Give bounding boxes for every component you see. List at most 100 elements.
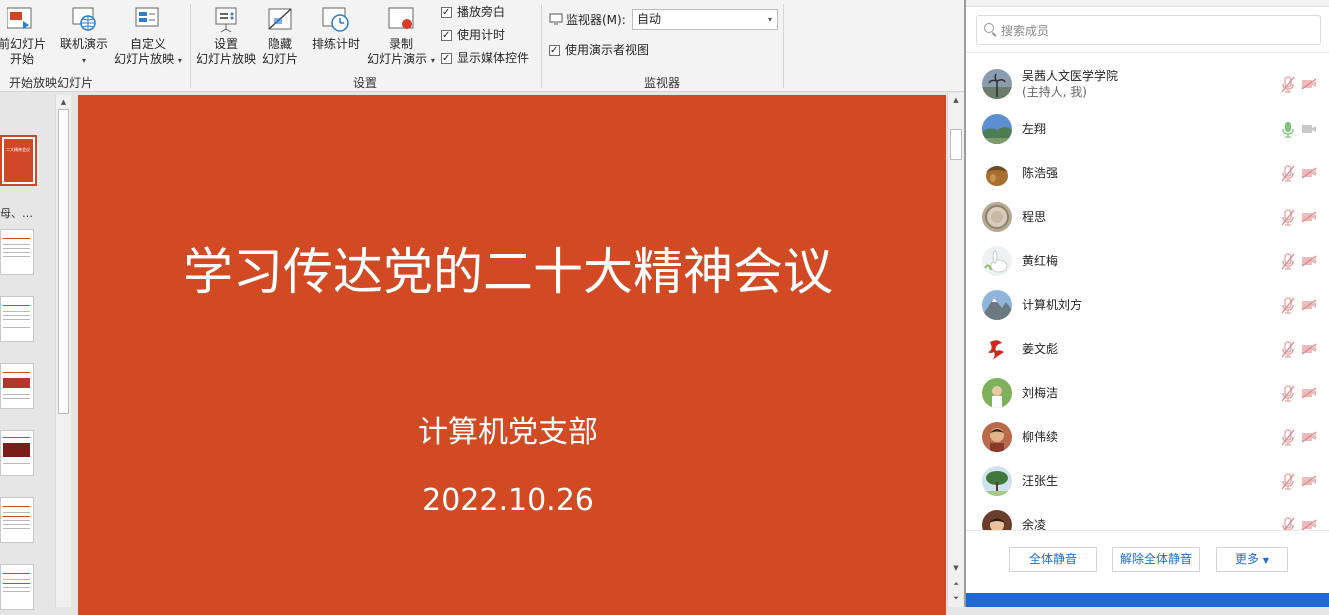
mic-muted-icon[interactable] [1281,76,1295,93]
slide-thumbnail[interactable] [0,296,34,342]
slide-thumbnail[interactable] [0,564,34,610]
online-present-button[interactable]: 联机演示 ▾ [57,5,111,68]
current-slide[interactable]: 学习传达党的二十大精神会议 计算机党支部 2022.10.26 [78,95,946,615]
member-item[interactable]: 陈浩强 [966,151,1329,195]
slide-thumbnail-active[interactable]: 二大精神会议 [0,135,37,186]
mic-muted-icon[interactable] [1281,165,1295,182]
member-item[interactable]: 姜文彪 [966,327,1329,371]
slide-date[interactable]: 2022.10.26 [78,483,938,518]
chevron-down-icon[interactable]: ▾ [768,10,772,29]
mic-muted-icon[interactable] [1281,473,1295,490]
mic-muted-icon[interactable] [1281,209,1295,226]
record-slideshow-button[interactable]: 录制 幻灯片演示 ▾ [365,5,437,68]
custom-slideshow-icon [135,7,159,27]
checkbox-checked-icon[interactable] [549,43,560,59]
presenter-view-checkbox[interactable]: 使用演示者视图 [549,42,650,59]
mic-muted-icon[interactable] [1281,385,1295,402]
record-dropdown-icon[interactable]: ▾ [431,56,435,65]
camera-off-icon[interactable] [1301,387,1317,399]
mute-all-button[interactable]: 全体静音 [1009,547,1097,572]
monitor-icon [549,13,563,25]
presenter-view-label: 使用演示者视图 [565,43,650,57]
unmute-all-button[interactable]: 解除全体静音 [1112,547,1200,572]
slide-thumbnail-pane: 二大精神会议 母、… ▲ [0,93,72,610]
camera-off-icon[interactable] [1301,78,1317,90]
thumbnail-active-text: 二大精神会议 [6,147,30,152]
member-item[interactable]: 余凌 [966,503,1329,530]
checkbox-checked-icon[interactable] [441,28,452,44]
mic-muted-icon[interactable] [1281,517,1295,530]
member-name: 汪张生 [1022,474,1059,488]
thumbnail-scrollbar[interactable]: ▲ [55,95,71,607]
custom-dropdown-icon[interactable]: ▾ [178,56,182,65]
show-media-controls-checkbox[interactable]: 显示媒体控件 [441,50,529,67]
avatar [982,466,1012,496]
scrollbar-thumb[interactable] [950,129,962,160]
member-search[interactable] [976,15,1321,45]
member-role: (主持人, 我) [1022,85,1087,99]
scrollbar-thumb[interactable] [58,109,69,414]
camera-off-icon[interactable] [1301,255,1317,267]
monitor-value: 自动 [637,12,662,26]
camera-off-icon[interactable] [1301,211,1317,223]
slide-thumbnail[interactable] [0,497,34,543]
setup-slideshow-button[interactable]: 设置 幻灯片放映 [195,5,257,67]
camera-off-icon[interactable] [1301,299,1317,311]
slide-thumbnail[interactable] [0,363,34,409]
camera-off-icon[interactable] [1301,167,1317,179]
custom-slideshow-button[interactable]: 自定义 幻灯片放映 ▾ [112,5,184,68]
slide-subtitle[interactable]: 计算机党支部 [78,407,938,451]
record-icon [388,7,414,29]
setup-slideshow-icon [215,7,237,33]
monitor-label: 监视器(M): [566,13,626,27]
monitor-select[interactable]: 自动 ▾ [632,9,778,30]
mic-on-icon[interactable] [1281,121,1295,138]
hide-slide-button[interactable]: 隐藏 幻灯片 [258,5,302,67]
member-name: 程思 [1022,210,1047,224]
member-item[interactable]: 黄红梅 [966,239,1329,283]
member-item[interactable]: 程思 [966,195,1329,239]
use-timings-checkbox[interactable]: 使用计时 [441,27,505,44]
play-narration-label: 播放旁白 [457,5,506,19]
search-input[interactable] [999,21,1303,41]
member-item[interactable]: 左翔 [966,107,1329,151]
member-item[interactable]: 汪张生 [966,459,1329,503]
slide-title[interactable]: 学习传达党的二十大精神会议 [78,232,938,304]
camera-off-icon[interactable] [1301,431,1317,443]
member-name-text: 吴茜人文医学学院 [1022,69,1119,83]
mic-muted-icon[interactable] [1281,429,1295,446]
hide-slide-label-2: 幻灯片 [261,52,298,66]
hide-slide-icon [268,8,292,30]
online-dropdown-icon[interactable]: ▾ [82,56,86,65]
rehearse-timings-button[interactable]: 排练计时 [308,5,364,52]
checkbox-checked-icon[interactable] [441,5,452,21]
avatar [982,246,1012,276]
member-name: 姜文彪 [1022,342,1059,356]
scroll-up-icon[interactable]: ▲ [948,93,964,107]
editor-scrollbar[interactable]: ▲ ▼ ⏶ ⏷ [947,93,964,607]
member-item[interactable]: 计算机刘方 [966,283,1329,327]
member-item[interactable]: 吴茜人文医学学院 (主持人, 我) [966,62,1329,106]
scroll-up-icon[interactable]: ▲ [56,95,71,109]
camera-off-icon[interactable] [1301,519,1317,530]
record-label-1: 录制 [388,37,413,51]
camera-off-icon[interactable] [1301,123,1317,135]
mic-muted-icon[interactable] [1281,341,1295,358]
mic-muted-icon[interactable] [1281,297,1295,314]
more-button[interactable]: 更多 ▼ [1216,547,1288,572]
slide-thumbnail[interactable] [0,229,34,275]
slide-thumbnail[interactable] [0,430,34,476]
scroll-down-icon[interactable]: ▼ [948,561,964,575]
thumbnail-caption: 母、… [0,207,33,220]
next-slide-icon[interactable]: ⏷ [948,591,964,605]
from-current-slide-button[interactable]: 前幻灯片 开始 [0,5,46,67]
mic-muted-icon[interactable] [1281,253,1295,270]
rehearse-timings-label: 排练计时 [311,37,360,51]
play-narration-checkbox[interactable]: 播放旁白 [441,4,506,21]
camera-off-icon[interactable] [1301,343,1317,355]
camera-off-icon[interactable] [1301,475,1317,487]
previous-slide-icon[interactable]: ⏶ [948,577,964,591]
member-item[interactable]: 柳伟续 [966,415,1329,459]
member-item[interactable]: 刘梅洁 [966,371,1329,415]
checkbox-checked-icon[interactable] [441,51,452,67]
